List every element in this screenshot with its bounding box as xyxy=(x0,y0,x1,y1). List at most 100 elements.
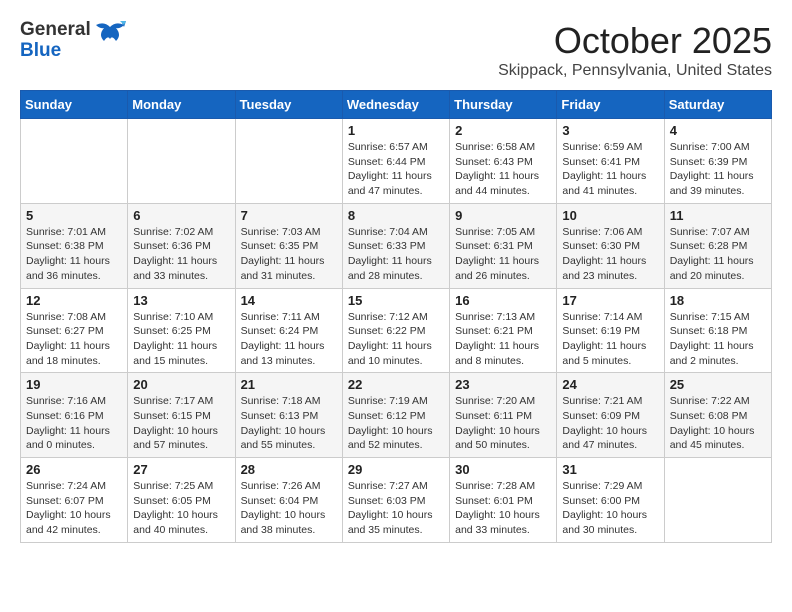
calendar-cell: 2 Sunrise: 6:58 AM Sunset: 6:43 PM Daylig… xyxy=(450,119,557,204)
day-info: Sunrise: 7:00 AM Sunset: 6:39 PM Dayligh… xyxy=(670,140,766,199)
day-info: Sunrise: 7:15 AM Sunset: 6:18 PM Dayligh… xyxy=(670,310,766,369)
day-number: 27 xyxy=(133,462,229,477)
day-number: 1 xyxy=(348,123,444,138)
day-info: Sunrise: 7:17 AM Sunset: 6:15 PM Dayligh… xyxy=(133,394,229,453)
calendar-cell: 22 Sunrise: 7:19 AM Sunset: 6:12 PM Dayli… xyxy=(342,373,449,458)
day-number: 6 xyxy=(133,208,229,223)
day-number: 5 xyxy=(26,208,122,223)
calendar-cell: 7 Sunrise: 7:03 AM Sunset: 6:35 PM Daylig… xyxy=(235,203,342,288)
day-number: 18 xyxy=(670,293,766,308)
day-number: 15 xyxy=(348,293,444,308)
calendar-cell: 8 Sunrise: 7:04 AM Sunset: 6:33 PM Daylig… xyxy=(342,203,449,288)
calendar-cell xyxy=(21,119,128,204)
day-number: 13 xyxy=(133,293,229,308)
calendar-cell: 31Sunrise: 7:29 AM Sunset: 6:00 PM Dayli… xyxy=(557,458,664,543)
day-number: 10 xyxy=(562,208,658,223)
day-info: Sunrise: 7:12 AM Sunset: 6:22 PM Dayligh… xyxy=(348,310,444,369)
calendar-week-4: 19 Sunrise: 7:16 AM Sunset: 6:16 PM Dayli… xyxy=(21,373,772,458)
day-info: Sunrise: 7:27 AM Sunset: 6:03 PM Dayligh… xyxy=(348,479,444,538)
calendar-cell: 14 Sunrise: 7:11 AM Sunset: 6:24 PM Dayli… xyxy=(235,288,342,373)
day-info: Sunrise: 6:57 AM Sunset: 6:44 PM Dayligh… xyxy=(348,140,444,199)
calendar-cell xyxy=(128,119,235,204)
day-number: 2 xyxy=(455,123,551,138)
day-info: Sunrise: 7:29 AM Sunset: 6:00 PM Dayligh… xyxy=(562,479,658,538)
weekday-header-friday: Friday xyxy=(557,91,664,119)
calendar-cell: 9 Sunrise: 7:05 AM Sunset: 6:31 PM Daylig… xyxy=(450,203,557,288)
weekday-header-thursday: Thursday xyxy=(450,91,557,119)
weekday-header-row: SundayMondayTuesdayWednesdayThursdayFrid… xyxy=(21,91,772,119)
day-info: Sunrise: 7:03 AM Sunset: 6:35 PM Dayligh… xyxy=(241,225,337,284)
day-info: Sunrise: 7:19 AM Sunset: 6:12 PM Dayligh… xyxy=(348,394,444,453)
day-info: Sunrise: 7:26 AM Sunset: 6:04 PM Dayligh… xyxy=(241,479,337,538)
calendar-cell: 5Sunrise: 7:01 AM Sunset: 6:38 PM Daylig… xyxy=(21,203,128,288)
calendar-cell: 1 Sunrise: 6:57 AM Sunset: 6:44 PM Daylig… xyxy=(342,119,449,204)
calendar-cell: 17Sunrise: 7:14 AM Sunset: 6:19 PM Dayli… xyxy=(557,288,664,373)
calendar-cell: 25Sunrise: 7:22 AM Sunset: 6:08 PM Dayli… xyxy=(664,373,771,458)
day-info: Sunrise: 7:02 AM Sunset: 6:36 PM Dayligh… xyxy=(133,225,229,284)
day-number: 29 xyxy=(348,462,444,477)
calendar-cell: 3 Sunrise: 6:59 AM Sunset: 6:41 PM Daylig… xyxy=(557,119,664,204)
day-info: Sunrise: 6:58 AM Sunset: 6:43 PM Dayligh… xyxy=(455,140,551,199)
day-number: 9 xyxy=(455,208,551,223)
day-number: 3 xyxy=(562,123,658,138)
weekday-header-wednesday: Wednesday xyxy=(342,91,449,119)
day-number: 30 xyxy=(455,462,551,477)
month-title: October 2025 xyxy=(498,20,772,62)
calendar-cell: 27 Sunrise: 7:25 AM Sunset: 6:05 PM Dayli… xyxy=(128,458,235,543)
weekday-header-monday: Monday xyxy=(128,91,235,119)
weekday-header-tuesday: Tuesday xyxy=(235,91,342,119)
day-info: Sunrise: 7:14 AM Sunset: 6:19 PM Dayligh… xyxy=(562,310,658,369)
day-number: 22 xyxy=(348,377,444,392)
calendar-cell: 15 Sunrise: 7:12 AM Sunset: 6:22 PM Dayli… xyxy=(342,288,449,373)
calendar-cell: 10 Sunrise: 7:06 AM Sunset: 6:30 PM Dayli… xyxy=(557,203,664,288)
calendar-cell: 20 Sunrise: 7:17 AM Sunset: 6:15 PM Dayli… xyxy=(128,373,235,458)
calendar-week-5: 26Sunrise: 7:24 AM Sunset: 6:07 PM Dayli… xyxy=(21,458,772,543)
day-info: Sunrise: 7:05 AM Sunset: 6:31 PM Dayligh… xyxy=(455,225,551,284)
day-info: Sunrise: 7:04 AM Sunset: 6:33 PM Dayligh… xyxy=(348,225,444,284)
calendar-cell xyxy=(664,458,771,543)
day-info: Sunrise: 7:22 AM Sunset: 6:08 PM Dayligh… xyxy=(670,394,766,453)
day-number: 23 xyxy=(455,377,551,392)
day-number: 21 xyxy=(241,377,337,392)
day-info: Sunrise: 7:06 AM Sunset: 6:30 PM Dayligh… xyxy=(562,225,658,284)
day-number: 4 xyxy=(670,123,766,138)
day-number: 24 xyxy=(562,377,658,392)
day-number: 19 xyxy=(26,377,122,392)
calendar-week-1: 1 Sunrise: 6:57 AM Sunset: 6:44 PM Daylig… xyxy=(21,119,772,204)
calendar-cell: 21 Sunrise: 7:18 AM Sunset: 6:13 PM Dayli… xyxy=(235,373,342,458)
day-info: Sunrise: 7:08 AM Sunset: 6:27 PM Dayligh… xyxy=(26,310,122,369)
day-number: 26 xyxy=(26,462,122,477)
calendar-cell: 18 Sunrise: 7:15 AM Sunset: 6:18 PM Dayli… xyxy=(664,288,771,373)
day-info: Sunrise: 7:16 AM Sunset: 6:16 PM Dayligh… xyxy=(26,394,122,453)
calendar-cell: 12Sunrise: 7:08 AM Sunset: 6:27 PM Dayli… xyxy=(21,288,128,373)
calendar-cell: 23 Sunrise: 7:20 AM Sunset: 6:11 PM Dayli… xyxy=(450,373,557,458)
day-info: Sunrise: 7:28 AM Sunset: 6:01 PM Dayligh… xyxy=(455,479,551,538)
calendar-cell: 24Sunrise: 7:21 AM Sunset: 6:09 PM Dayli… xyxy=(557,373,664,458)
calendar-cell: 28Sunrise: 7:26 AM Sunset: 6:04 PM Dayli… xyxy=(235,458,342,543)
day-info: Sunrise: 7:18 AM Sunset: 6:13 PM Dayligh… xyxy=(241,394,337,453)
day-info: Sunrise: 7:25 AM Sunset: 6:05 PM Dayligh… xyxy=(133,479,229,538)
logo: General Blue xyxy=(20,20,126,62)
title-block: October 2025 Skippack, Pennsylvania, Uni… xyxy=(498,20,772,80)
day-info: Sunrise: 7:20 AM Sunset: 6:11 PM Dayligh… xyxy=(455,394,551,453)
calendar-table: SundayMondayTuesdayWednesdayThursdayFrid… xyxy=(20,90,772,543)
day-number: 7 xyxy=(241,208,337,223)
day-number: 14 xyxy=(241,293,337,308)
day-info: Sunrise: 7:10 AM Sunset: 6:25 PM Dayligh… xyxy=(133,310,229,369)
weekday-header-saturday: Saturday xyxy=(664,91,771,119)
day-number: 20 xyxy=(133,377,229,392)
calendar-cell xyxy=(235,119,342,204)
day-info: Sunrise: 7:11 AM Sunset: 6:24 PM Dayligh… xyxy=(241,310,337,369)
calendar-cell: 26Sunrise: 7:24 AM Sunset: 6:07 PM Dayli… xyxy=(21,458,128,543)
calendar-cell: 29 Sunrise: 7:27 AM Sunset: 6:03 PM Dayli… xyxy=(342,458,449,543)
calendar-week-3: 12Sunrise: 7:08 AM Sunset: 6:27 PM Dayli… xyxy=(21,288,772,373)
calendar-cell: 6 Sunrise: 7:02 AM Sunset: 6:36 PM Daylig… xyxy=(128,203,235,288)
calendar-cell: 11Sunrise: 7:07 AM Sunset: 6:28 PM Dayli… xyxy=(664,203,771,288)
day-info: Sunrise: 6:59 AM Sunset: 6:41 PM Dayligh… xyxy=(562,140,658,199)
calendar-cell: 16 Sunrise: 7:13 AM Sunset: 6:21 PM Dayli… xyxy=(450,288,557,373)
calendar-cell: 13 Sunrise: 7:10 AM Sunset: 6:25 PM Dayli… xyxy=(128,288,235,373)
day-number: 8 xyxy=(348,208,444,223)
day-info: Sunrise: 7:13 AM Sunset: 6:21 PM Dayligh… xyxy=(455,310,551,369)
weekday-header-sunday: Sunday xyxy=(21,91,128,119)
day-number: 16 xyxy=(455,293,551,308)
